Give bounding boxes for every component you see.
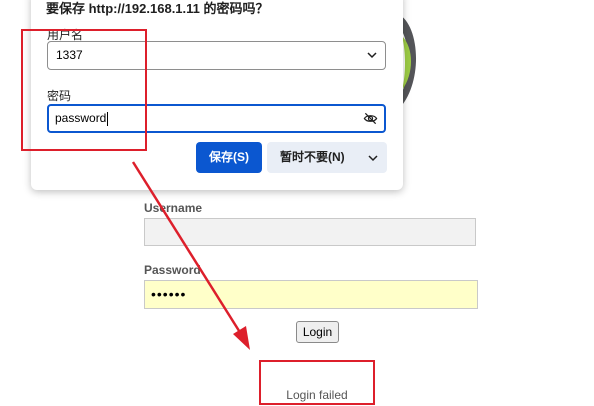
password-label: Password <box>144 263 201 277</box>
never-save-button[interactable]: 暂时不要(N) <box>267 142 387 173</box>
eye-off-icon[interactable] <box>363 111 378 126</box>
chevron-down-icon[interactable] <box>368 153 378 163</box>
annotation-box-credentials <box>21 29 147 151</box>
login-button[interactable]: Login <box>296 321 339 343</box>
password-field[interactable]: •••••• <box>144 280 478 309</box>
username-field[interactable] <box>144 218 476 246</box>
username-label: Username <box>144 201 203 215</box>
save-password-button[interactable]: 保存(S) <box>196 142 262 173</box>
chevron-down-icon <box>367 52 377 59</box>
never-save-label: 暂时不要(N) <box>280 150 345 164</box>
popup-title: 要保存 http://192.168.1.11 的密码吗？ <box>46 1 269 16</box>
page: Username Password •••••• Login Login fai… <box>0 0 594 406</box>
annotation-box-login-failed <box>259 360 375 405</box>
